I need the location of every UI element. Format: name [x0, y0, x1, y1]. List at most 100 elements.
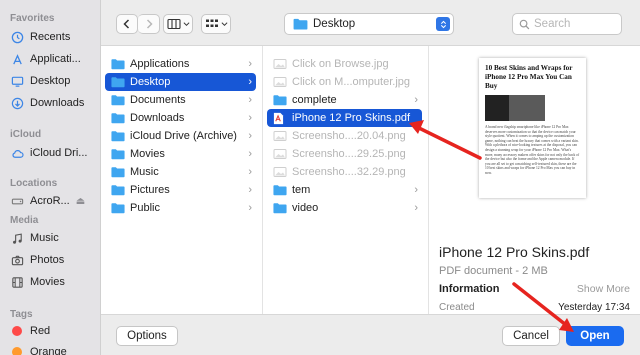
sidebar-item-label: Applicati... [30, 53, 81, 65]
sidebar-item-icloud-drive[interactable]: iCloud Dri... [10, 144, 100, 162]
view-mode-button[interactable] [163, 14, 193, 34]
cloud-icon [10, 146, 24, 160]
folder-row[interactable]: complete › [267, 91, 422, 109]
chevron-right-icon: › [248, 112, 252, 124]
camera-icon [10, 253, 24, 267]
folder-row[interactable]: Pictures › [105, 181, 256, 199]
sidebar-item-movies[interactable]: Movies [10, 273, 100, 291]
folder-icon [111, 202, 125, 214]
pdf-icon [273, 112, 287, 125]
tag-dot-icon [10, 345, 24, 355]
row-label: Screensho....29.25.png [292, 148, 406, 160]
folder-row[interactable]: Movies › [105, 145, 256, 163]
column-browser: Applications › Desktop › Documents › Downloads… [101, 45, 640, 315]
folder-icon [273, 202, 287, 214]
chevron-right-icon: › [248, 94, 252, 106]
folder-row[interactable]: iCloud Drive (Archive) › [105, 127, 256, 145]
group-by-button[interactable] [201, 14, 231, 34]
sidebar: Favorites Recents Applicati... Desktop D… [0, 0, 101, 355]
file-row[interactable]: iPhone 12 Pro Skins.pdf [267, 109, 422, 127]
folder-row[interactable]: Desktop › [105, 73, 256, 91]
image-file-icon [273, 76, 287, 88]
row-label: Click on M...omputer.jpg [292, 76, 410, 88]
sidebar-item-photos[interactable]: Photos [10, 251, 100, 269]
sidebar-item-label: iCloud Dri... [30, 147, 88, 159]
cancel-button[interactable]: Cancel [502, 326, 560, 346]
chevron-right-icon: › [248, 58, 252, 70]
row-label: Applications [130, 58, 190, 70]
chevron-left-icon [123, 19, 130, 29]
media-header: Media [10, 215, 39, 226]
search-input[interactable] [534, 18, 614, 30]
sidebar-item-applications[interactable]: Applicati... [10, 50, 100, 68]
file-row[interactable]: Screensho....32.29.png [267, 163, 422, 181]
pdf-thumbnail: 10 Best Skins and Wraps for iPhone 12 Pr… [479, 58, 586, 198]
sidebar-item-desktop[interactable]: Desktop [10, 72, 100, 90]
row-label: Pictures [130, 184, 170, 196]
folder-icon [111, 94, 125, 106]
image-file-icon [273, 58, 287, 70]
file-row[interactable]: Click on Browse.jpg [267, 55, 422, 73]
sidebar-item-recents[interactable]: Recents [10, 28, 100, 46]
file-row[interactable]: Screensho....20.04.png [267, 127, 422, 145]
chevron-right-icon: › [248, 76, 252, 88]
tag-dot-icon [10, 324, 24, 338]
folder-row[interactable]: Documents › [105, 91, 256, 109]
folder-icon [111, 112, 125, 124]
row-label: complete [292, 94, 337, 106]
folder-row[interactable]: Music › [105, 163, 256, 181]
clock-icon [10, 30, 24, 44]
chevron-right-icon: › [414, 202, 418, 214]
folder-icon [111, 148, 125, 160]
sidebar-item-label: Movies [30, 276, 65, 288]
folder-icon [111, 58, 125, 70]
file-row[interactable]: Click on M...omputer.jpg [267, 73, 422, 91]
location-select[interactable]: Desktop [284, 13, 454, 35]
toolbar: Desktop [101, 0, 640, 44]
folder-icon [273, 184, 287, 196]
sidebar-item-acrord[interactable]: AcroR... ⏏ [10, 192, 100, 210]
row-label: iPhone 12 Pro Skins.pdf [292, 112, 411, 124]
row-label: Documents [130, 94, 186, 106]
created-label: Created [439, 302, 475, 313]
preview-file-kind: PDF document - 2 MB [439, 265, 548, 277]
folder-row[interactable]: Downloads › [105, 109, 256, 127]
folder-row[interactable]: Public › [105, 199, 256, 217]
location-label: Desktop [313, 18, 356, 30]
folder-icon [111, 184, 125, 196]
folder-row[interactable]: video › [267, 199, 422, 217]
chevron-right-icon: › [248, 166, 252, 178]
information-header: Information [439, 283, 500, 295]
column-desktop: Click on Browse.jpg Click on M...omputer.… [263, 46, 429, 314]
column-home: Applications › Desktop › Documents › Downloads… [101, 46, 263, 314]
open-button[interactable]: Open [566, 326, 624, 346]
sidebar-item-label: Orange [30, 346, 67, 355]
row-label: Movies [130, 148, 165, 160]
search-field[interactable] [512, 13, 622, 35]
chevron-right-icon: › [248, 130, 252, 142]
folder-icon [111, 130, 125, 142]
sidebar-item-tag-orange[interactable]: Orange [10, 343, 100, 355]
eject-icon[interactable]: ⏏ [76, 196, 85, 207]
chevron-right-icon: › [248, 202, 252, 214]
forward-button[interactable] [138, 14, 160, 34]
file-row[interactable]: Screensho....29.25.png [267, 145, 422, 163]
film-icon [10, 275, 24, 289]
sidebar-item-tag-red[interactable]: Red [10, 322, 100, 340]
options-button[interactable]: Options [116, 326, 178, 346]
applications-icon [10, 52, 24, 66]
sidebar-item-music[interactable]: Music [10, 229, 100, 247]
sidebar-item-label: Red [30, 325, 51, 337]
chevron-right-icon: › [248, 148, 252, 160]
sidebar-item-downloads[interactable]: Downloads [10, 94, 100, 112]
row-label: tem [292, 184, 311, 196]
folder-row[interactable]: Applications › [105, 55, 256, 73]
doc-image [485, 95, 545, 121]
row-label: Downloads [130, 112, 185, 124]
folder-row[interactable]: tem › [267, 181, 422, 199]
chevron-down-icon [183, 22, 189, 27]
sidebar-item-label: Recents [30, 31, 71, 43]
show-more-link[interactable]: Show More [577, 283, 630, 295]
chevron-right-icon [146, 19, 153, 29]
back-button[interactable] [116, 14, 138, 34]
